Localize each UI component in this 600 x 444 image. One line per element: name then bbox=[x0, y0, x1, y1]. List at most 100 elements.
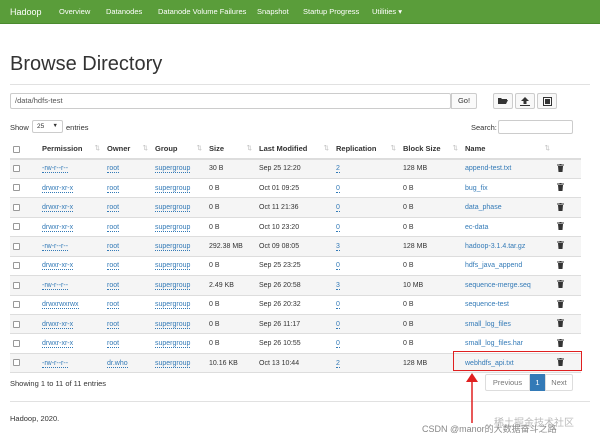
row-select-cell[interactable] bbox=[10, 314, 39, 335]
delete-cell[interactable] bbox=[554, 197, 581, 218]
name-cell[interactable]: append-test.txt bbox=[462, 159, 554, 179]
row-checkbox[interactable] bbox=[13, 281, 20, 289]
name-cell[interactable]: sequence-merge.seq bbox=[462, 275, 554, 296]
delete-cell[interactable] bbox=[554, 256, 581, 277]
permission-link[interactable]: -rw-r--r-- bbox=[42, 359, 69, 368]
row-select-cell[interactable] bbox=[10, 295, 39, 316]
group-cell[interactable]: supergroup bbox=[152, 295, 206, 316]
brand-link[interactable]: Hadoop bbox=[10, 0, 42, 24]
group-cell[interactable]: supergroup bbox=[152, 314, 206, 335]
group-link[interactable]: supergroup bbox=[155, 184, 191, 193]
group-link[interactable]: supergroup bbox=[155, 223, 191, 232]
search-input[interactable] bbox=[498, 120, 573, 134]
row-select-cell[interactable] bbox=[10, 275, 39, 296]
row-checkbox[interactable] bbox=[13, 339, 20, 347]
replication-cell[interactable]: 0 bbox=[333, 197, 400, 218]
owner-link[interactable]: root bbox=[107, 184, 120, 193]
row-select-cell[interactable] bbox=[10, 217, 39, 238]
select-all-checkbox[interactable] bbox=[13, 145, 20, 153]
nav-overview[interactable]: Overview bbox=[59, 0, 90, 24]
permission-cell[interactable]: -rw-r--r-- bbox=[39, 159, 104, 179]
replication-link[interactable]: 2 bbox=[336, 165, 340, 174]
trash-icon[interactable] bbox=[557, 222, 564, 232]
file-name-link[interactable]: ec-data bbox=[465, 224, 488, 231]
owner-link[interactable]: root bbox=[107, 204, 120, 213]
owner-cell[interactable]: root bbox=[104, 314, 152, 335]
row-select-cell[interactable] bbox=[10, 333, 39, 354]
permission-link[interactable]: drwxrwxrwx bbox=[42, 301, 79, 310]
row-select-cell[interactable] bbox=[10, 256, 39, 277]
directory-path-input[interactable]: /data/hdfs-test bbox=[10, 93, 451, 109]
row-select-cell[interactable] bbox=[10, 159, 39, 179]
trash-icon[interactable] bbox=[557, 241, 564, 251]
select-all-cell[interactable] bbox=[10, 139, 39, 160]
owner-link[interactable]: root bbox=[107, 262, 120, 271]
col-last-modified[interactable]: Last Modified ⇅ bbox=[256, 139, 333, 160]
group-link[interactable]: supergroup bbox=[155, 340, 191, 349]
replication-cell[interactable]: 2 bbox=[333, 159, 400, 179]
nav-startup-progress[interactable]: Startup Progress bbox=[303, 0, 359, 24]
owner-link[interactable]: root bbox=[107, 320, 120, 329]
name-cell[interactable]: small_log_files bbox=[462, 314, 554, 335]
owner-cell[interactable]: root bbox=[104, 178, 152, 199]
permission-cell[interactable]: drwxr-xr-x bbox=[39, 178, 104, 199]
group-link[interactable]: supergroup bbox=[155, 204, 191, 213]
delete-cell[interactable] bbox=[554, 178, 581, 199]
delete-cell[interactable] bbox=[554, 275, 581, 296]
permission-link[interactable]: drwxr-xr-x bbox=[42, 340, 74, 349]
file-name-link[interactable]: sequence-test bbox=[465, 301, 509, 308]
replication-cell[interactable]: 0 bbox=[333, 256, 400, 277]
trash-icon[interactable] bbox=[557, 338, 564, 349]
file-name-link[interactable]: small_log_files bbox=[465, 321, 511, 328]
nav-volume-failures[interactable]: Datanode Volume Failures bbox=[158, 0, 246, 24]
row-select-cell[interactable] bbox=[10, 178, 39, 199]
col-block-size[interactable]: Block Size ⇅ bbox=[400, 139, 462, 160]
delete-cell[interactable] bbox=[554, 314, 581, 335]
row-select-cell[interactable] bbox=[10, 353, 39, 374]
file-name-link[interactable]: bug_fix bbox=[465, 185, 488, 192]
file-name-link[interactable]: small_log_files.har bbox=[465, 340, 523, 347]
file-name-link[interactable]: data_phase bbox=[465, 204, 502, 211]
col-group[interactable]: Group ⇅ bbox=[152, 139, 206, 160]
col-owner[interactable]: Owner ⇅ bbox=[104, 139, 152, 160]
replication-link[interactable]: 0 bbox=[336, 262, 340, 271]
permission-link[interactable]: drwxr-xr-x bbox=[42, 223, 74, 232]
file-name-link[interactable]: append-test.txt bbox=[465, 165, 511, 172]
owner-link[interactable]: root bbox=[107, 281, 120, 290]
replication-cell[interactable]: 0 bbox=[333, 333, 400, 354]
replication-link[interactable]: 3 bbox=[336, 242, 340, 251]
row-checkbox[interactable] bbox=[13, 320, 20, 328]
owner-cell[interactable]: root bbox=[104, 295, 152, 316]
previous-page-button[interactable]: Previous bbox=[485, 374, 530, 391]
permission-cell[interactable]: drwxr-xr-x bbox=[39, 256, 104, 277]
replication-link[interactable]: 0 bbox=[336, 320, 340, 329]
permission-link[interactable]: -rw-r--r-- bbox=[42, 281, 69, 290]
group-cell[interactable]: supergroup bbox=[152, 197, 206, 218]
file-name-link[interactable]: hdfs_java_append bbox=[465, 262, 522, 269]
nav-datanodes[interactable]: Datanodes bbox=[106, 0, 142, 24]
owner-cell[interactable]: root bbox=[104, 159, 152, 179]
replication-cell[interactable]: 3 bbox=[333, 236, 400, 257]
group-cell[interactable]: supergroup bbox=[152, 217, 206, 238]
nav-utilities-dropdown[interactable]: Utilities ▾ bbox=[372, 0, 402, 24]
permission-cell[interactable]: -rw-r--r-- bbox=[39, 275, 104, 296]
permission-cell[interactable]: drwxr-xr-x bbox=[39, 197, 104, 218]
permission-cell[interactable]: drwxr-xr-x bbox=[39, 314, 104, 335]
col-name[interactable]: Name ⇅ bbox=[462, 139, 554, 160]
group-link[interactable]: supergroup bbox=[155, 242, 191, 251]
owner-link[interactable]: root bbox=[107, 301, 120, 310]
trash-icon[interactable] bbox=[557, 163, 564, 174]
permission-cell[interactable]: drwxr-xr-x bbox=[39, 217, 104, 238]
replication-cell[interactable]: 0 bbox=[333, 217, 400, 238]
group-link[interactable]: supergroup bbox=[155, 320, 191, 329]
next-page-button[interactable]: Next bbox=[545, 374, 573, 391]
group-cell[interactable]: supergroup bbox=[152, 159, 206, 179]
replication-cell[interactable]: 0 bbox=[333, 295, 400, 316]
delete-cell[interactable] bbox=[554, 236, 581, 257]
owner-link[interactable]: root bbox=[107, 340, 120, 349]
row-checkbox[interactable] bbox=[13, 262, 20, 270]
row-checkbox[interactable] bbox=[13, 184, 20, 192]
group-cell[interactable]: supergroup bbox=[152, 353, 206, 374]
col-permission[interactable]: Permission ⇅ bbox=[39, 139, 104, 160]
row-checkbox[interactable] bbox=[13, 203, 20, 211]
